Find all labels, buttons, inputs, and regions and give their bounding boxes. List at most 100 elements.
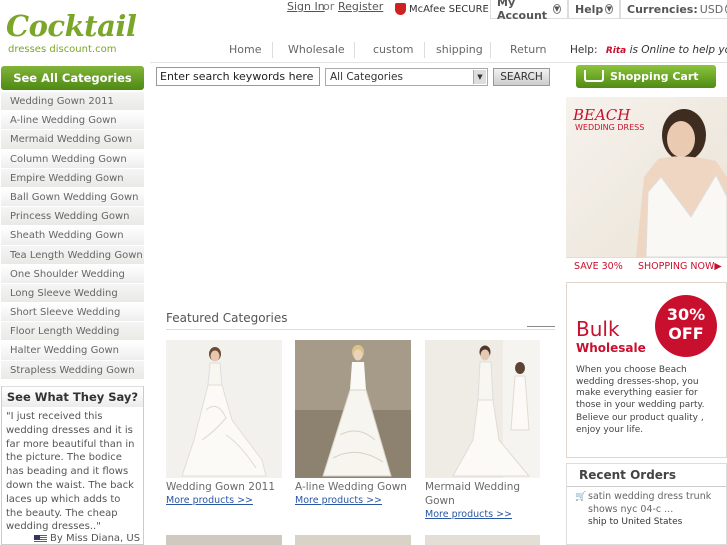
recent-orders-title: Recent Orders (579, 468, 676, 482)
category-select-value: All Categories (330, 71, 403, 83)
category-menu: Wedding Gown 2011 A-line Wedding Gown Me… (1, 92, 144, 380)
more-products-link[interactable]: More products >> (425, 509, 512, 520)
beach-wedding-banner[interactable]: BEACH WEDDING DRESS SAVE 30% SHOPPING NO… (566, 97, 727, 274)
more-products-link[interactable]: More products >> (166, 495, 253, 506)
register-link[interactable]: Register (338, 0, 383, 13)
category-item-ball-gown[interactable]: Ball Gown Wedding Gown (1, 187, 144, 208)
bulk-title: Bulk (576, 317, 620, 341)
category-item-short-sleeve[interactable]: Short Sleeve Wedding (1, 303, 144, 323)
us-flag-icon (34, 534, 47, 543)
category-item-sheath[interactable]: Sheath Wedding Gown (1, 226, 144, 246)
see-all-categories-button[interactable]: See All Categories (1, 66, 144, 90)
help-menu[interactable]: Help ▼ (568, 0, 620, 19)
chevron-down-icon: ▼ (605, 4, 613, 14)
search-button[interactable]: SEARCH (493, 68, 550, 86)
arrow-right-icon: ▶ (714, 261, 722, 272)
category-item-floor-length[interactable]: Floor Length Wedding (1, 322, 144, 342)
or-text: or (323, 0, 335, 13)
my-account-label: My Account (497, 0, 548, 22)
nav-shipping[interactable]: shipping (436, 43, 483, 56)
wedding-dress-image (425, 340, 540, 478)
bulk-text: When you choose Beach wedding dresses-sh… (576, 365, 705, 410)
category-item-princess[interactable]: Princess Wedding Gown (1, 207, 144, 227)
category-item-strapless[interactable]: Strapless Wedding Gown (1, 360, 144, 380)
currency-menu[interactable]: Currencies: USD ▼ (620, 0, 727, 19)
currency-value: USD (699, 2, 724, 16)
category-item-one-shoulder[interactable]: One Shoulder Wedding (1, 264, 144, 284)
nav-underline (150, 62, 727, 63)
beach-banner-title: BEACH (573, 106, 631, 124)
helper-name: Rita (605, 46, 627, 56)
product-image[interactable] (166, 535, 282, 545)
category-item-tea-length[interactable]: Tea Length Wedding Gown (1, 245, 144, 265)
wholesale-subtitle: Wholesale (576, 341, 646, 355)
product-image[interactable] (425, 535, 540, 545)
recent-order-ship: ship to United States (588, 517, 683, 527)
category-item-column[interactable]: Column Wedding Gown (1, 149, 144, 169)
category-item-mermaid[interactable]: Mermaid Wedding Gown (1, 130, 144, 150)
nav-divider (354, 42, 355, 58)
product-image[interactable] (295, 535, 411, 545)
logo[interactable]: Cocktail (6, 9, 137, 43)
featured-divider (166, 329, 555, 330)
help-label: Help (575, 2, 604, 16)
product-image[interactable] (166, 340, 282, 478)
chevron-down-icon: ▼ (553, 4, 561, 14)
mcafee-shield-icon (395, 3, 406, 15)
shopping-now-label: SHOPPING NOW (638, 261, 715, 272)
page: Cocktail dresses discount.com Sign In or… (0, 0, 727, 545)
more-products-link[interactable]: More products >> (295, 495, 382, 506)
recent-orders-box: Recent Orders 🛒 satin wedding dress trun… (566, 463, 727, 545)
testimonial-author: By Miss Diana, US (34, 533, 140, 544)
shopping-now-link[interactable]: SHOPPING NOW▶ (638, 261, 722, 272)
nav-divider (272, 42, 273, 58)
shopping-cart-label: Shopping Cart (610, 70, 699, 83)
product-image[interactable] (425, 340, 540, 478)
testimonial-text: "I just received this wedding dresses an… (6, 411, 135, 533)
category-item-long-sleeve[interactable]: Long Sleeve Wedding (1, 283, 144, 304)
sign-in-link[interactable]: Sign In (287, 0, 325, 13)
help-prefix: Help: (570, 44, 598, 56)
currencies-label: Currencies: (627, 2, 698, 16)
featured-categories-title: Featured Categories (166, 311, 288, 325)
featured-divider-accent (527, 326, 555, 327)
wedding-dress-image (295, 340, 411, 478)
search-input[interactable] (156, 67, 320, 86)
chevron-down-icon: ▼ (473, 70, 486, 84)
nav-home[interactable]: Home (229, 43, 261, 56)
nav-divider (424, 42, 425, 58)
nav-divider (490, 42, 491, 58)
my-account-menu[interactable]: My Account ▼ (490, 0, 568, 22)
product-name[interactable]: Wedding Gown 2011 (166, 480, 286, 494)
mcafee-label: McAfee SECURE (409, 3, 489, 15)
category-item-empire[interactable]: Empire Wedding Gown (1, 168, 144, 188)
discount-off: OFF (668, 324, 704, 343)
discount-percent: 30% (666, 305, 706, 324)
wedding-dress-image (166, 340, 282, 478)
discount-badge: 30% OFF (655, 295, 717, 357)
cart-icon: 🛒 (575, 492, 587, 502)
save-30-label: SAVE 30% (574, 261, 623, 272)
category-select[interactable]: All Categories ▼ (325, 68, 488, 86)
help-suffix: is Online to help you. (629, 44, 727, 56)
product-image[interactable] (295, 340, 411, 478)
nav-wholesale[interactable]: Wholesale (288, 43, 345, 56)
mcafee-badge[interactable]: McAfee SECURE (395, 3, 489, 15)
product-name[interactable]: Mermaid Wedding Gown (425, 480, 535, 508)
live-help[interactable]: Help: Rita is Online to help you. (570, 44, 727, 56)
cart-icon (584, 70, 604, 82)
shopping-cart-button[interactable]: Shopping Cart (576, 65, 716, 88)
testimonial-author-name: By Miss Diana, US (50, 533, 141, 544)
bulk-wholesale-banner[interactable]: Bulk Wholesale 30% OFF When you choose B… (566, 282, 727, 458)
nav-return[interactable]: Return (510, 43, 547, 56)
category-item-a-line[interactable]: A-line Wedding Gown (1, 111, 144, 131)
logo-subtitle: dresses discount.com (8, 44, 117, 55)
beach-banner-subtitle: WEDDING DRESS (575, 123, 645, 132)
recent-order-product[interactable]: satin wedding dress trunk shows nyc 04-c… (588, 490, 723, 516)
category-item-halter[interactable]: Halter Wedding Gown (1, 341, 144, 361)
nav-custom[interactable]: custom (373, 43, 414, 56)
bulk-quality-text: Believe our product quality , enjoy your… (576, 413, 704, 435)
product-name[interactable]: A-line Wedding Gown (295, 480, 415, 494)
category-item-wedding-gown-2011[interactable]: Wedding Gown 2011 (1, 92, 144, 112)
testimonial-box: See What They Say? "I just received this… (1, 386, 144, 545)
